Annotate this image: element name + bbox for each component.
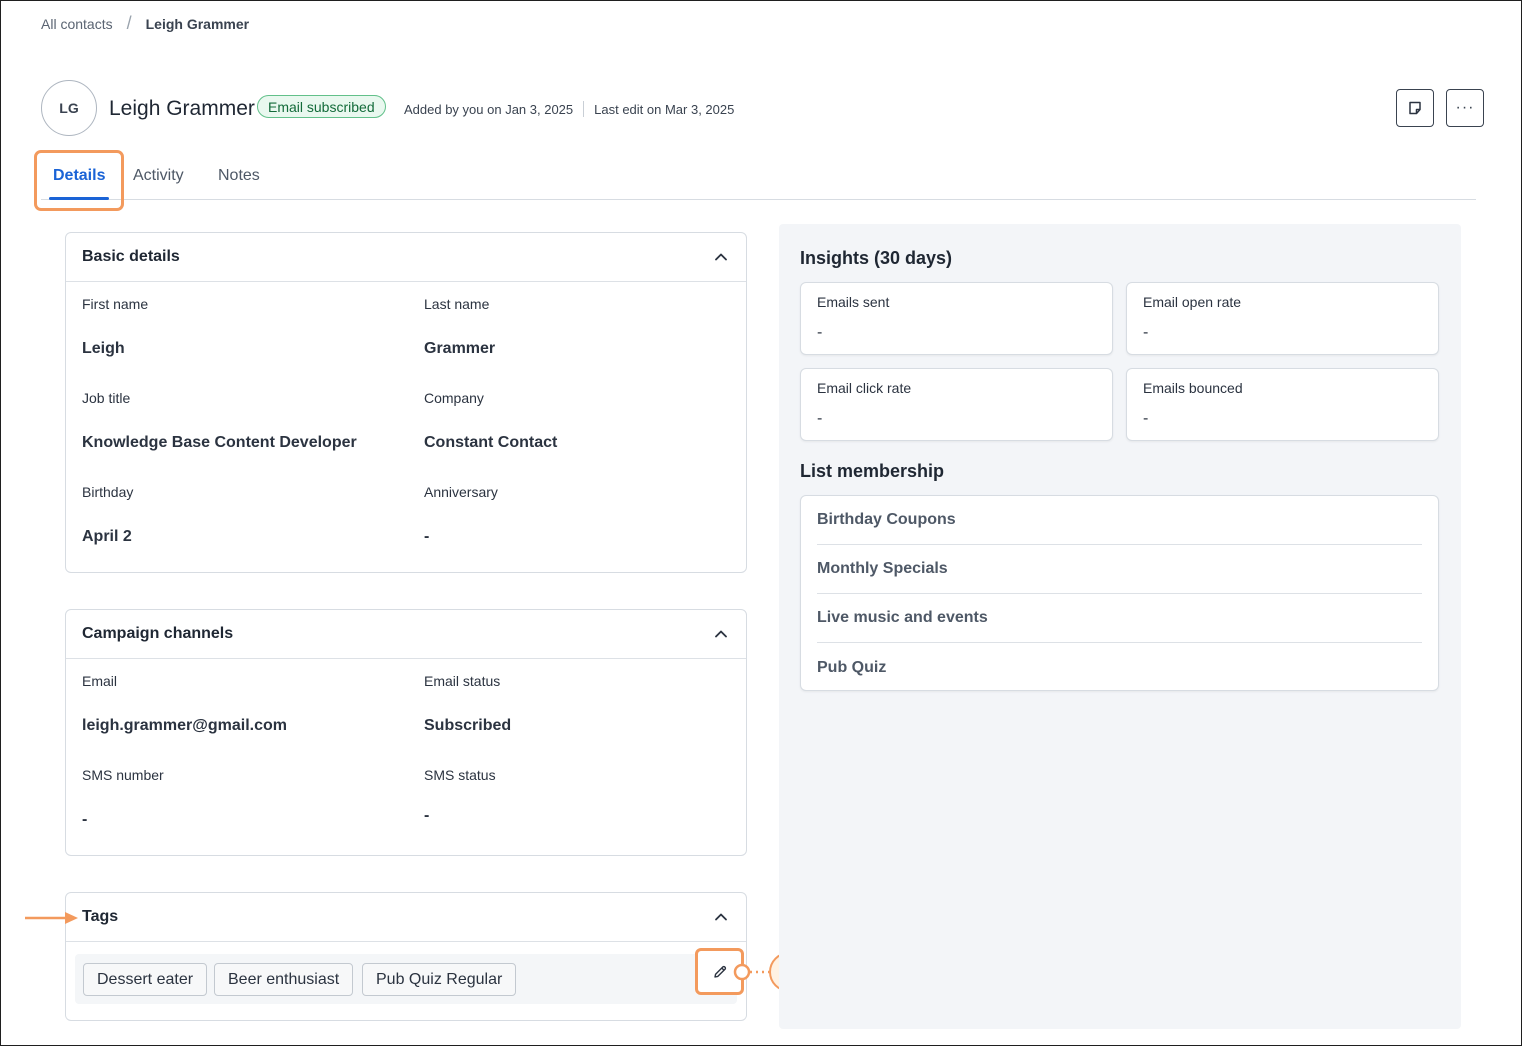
job-title-value: Knowledge Base Content Developer bbox=[82, 434, 357, 451]
stat-label: Emails sent bbox=[817, 294, 890, 310]
sticky-note-icon bbox=[1409, 101, 1421, 115]
basic-details-title: Basic details bbox=[82, 248, 180, 265]
first-name-value: Leigh bbox=[82, 340, 125, 357]
breadcrumb: All contacts / Leigh Grammer bbox=[41, 13, 249, 34]
details-tab-highlight bbox=[34, 150, 124, 211]
last-name-value: Grammer bbox=[424, 340, 496, 357]
tag-chip[interactable]: Dessert eater bbox=[83, 963, 208, 996]
arrow-right-icon bbox=[25, 912, 78, 924]
stat-value: - bbox=[817, 410, 823, 427]
basic-details-card: Basic details First name Leigh Last name… bbox=[65, 232, 747, 573]
list-membership-card: Birthday Coupons Monthly Specials Live m… bbox=[800, 495, 1439, 691]
email-value: leigh.grammer@gmail.com bbox=[82, 717, 287, 734]
company-label: Company bbox=[424, 390, 484, 406]
tab-notes[interactable]: Notes bbox=[218, 167, 260, 185]
tag-chip[interactable]: Beer enthusiast bbox=[214, 963, 354, 996]
tags-header[interactable]: Tags bbox=[66, 893, 746, 942]
tab-bar: Details Activity Notes bbox=[41, 160, 1476, 200]
tags-title: Tags bbox=[82, 908, 119, 925]
company-value: Constant Contact bbox=[424, 434, 558, 451]
list-item[interactable]: Live music and events bbox=[817, 594, 1422, 643]
breadcrumb-current: Leigh Grammer bbox=[145, 15, 250, 32]
page-title: Leigh Grammer bbox=[109, 97, 255, 120]
breadcrumb-all-contacts-link[interactable]: All contacts bbox=[41, 16, 113, 32]
stat-label: Email open rate bbox=[1143, 294, 1242, 310]
anniversary-value: - bbox=[424, 528, 430, 545]
tab-activity[interactable]: Activity bbox=[133, 167, 184, 185]
breadcrumb-separator: / bbox=[126, 13, 132, 33]
avatar: LG bbox=[41, 80, 97, 136]
sms-number-label: SMS number bbox=[82, 767, 164, 783]
stat-value: - bbox=[1143, 410, 1149, 427]
campaign-channels-title: Campaign channels bbox=[82, 625, 234, 642]
contact-meta: Added by you on Jan 3, 2025 Last edit on… bbox=[404, 101, 734, 117]
birthday-label: Birthday bbox=[82, 484, 134, 500]
job-title-label: Job title bbox=[82, 390, 131, 406]
sms-status-value: - bbox=[424, 807, 430, 824]
pencil-icon bbox=[713, 965, 726, 978]
stat-card-email-click-rate: Email click rate - bbox=[800, 368, 1113, 441]
chevron-up-icon[interactable] bbox=[714, 910, 728, 924]
campaign-channels-header[interactable]: Campaign channels bbox=[66, 610, 746, 659]
first-name-label: First name bbox=[82, 296, 149, 312]
last-edit-info: Last edit on Mar 3, 2025 bbox=[594, 101, 735, 117]
campaign-channels-card: Campaign channels Email leigh.grammer@gm… bbox=[65, 609, 747, 856]
tags-list: Dessert eater Beer enthusiast Pub Quiz R… bbox=[75, 954, 737, 1004]
birthday-value: April 2 bbox=[82, 528, 132, 545]
last-name-label: Last name bbox=[424, 296, 490, 312]
stat-card-emails-sent: Emails sent - bbox=[800, 282, 1113, 355]
meta-divider bbox=[583, 101, 585, 117]
stat-value: - bbox=[1143, 324, 1149, 341]
callout-connector bbox=[733, 963, 769, 981]
tags-card: Tags Dessert eater Beer enthusiast Pub Q… bbox=[65, 892, 747, 1021]
email-label: Email bbox=[82, 673, 118, 689]
chevron-up-icon[interactable] bbox=[714, 627, 728, 641]
stat-card-emails-bounced: Emails bounced - bbox=[1126, 368, 1439, 441]
stat-value: - bbox=[817, 324, 823, 341]
stat-label: Emails bounced bbox=[1143, 380, 1243, 396]
insights-panel: Insights (30 days) Emails sent - Email o… bbox=[779, 224, 1461, 1029]
list-item[interactable]: Monthly Specials bbox=[817, 545, 1422, 594]
sms-number-value: - bbox=[82, 811, 88, 828]
list-item[interactable]: Pub Quiz bbox=[817, 643, 1422, 692]
added-info: Added by you on Jan 3, 2025 bbox=[404, 101, 574, 117]
chevron-up-icon[interactable] bbox=[714, 250, 728, 264]
stat-label: Email click rate bbox=[817, 380, 912, 396]
email-status-value: Subscribed bbox=[424, 717, 512, 734]
list-item[interactable]: Birthday Coupons bbox=[817, 496, 1422, 545]
add-note-button[interactable] bbox=[1396, 89, 1434, 127]
basic-details-header[interactable]: Basic details bbox=[66, 233, 746, 282]
tag-chip[interactable]: Pub Quiz Regular bbox=[362, 963, 517, 996]
list-membership-title: List membership bbox=[800, 461, 945, 481]
anniversary-label: Anniversary bbox=[424, 484, 498, 500]
sms-status-label: SMS status bbox=[424, 767, 496, 783]
more-actions-button[interactable]: ··· bbox=[1446, 89, 1484, 127]
email-status-label: Email status bbox=[424, 673, 501, 689]
insights-title: Insights (30 days) bbox=[800, 248, 953, 268]
ellipsis-icon: ··· bbox=[1455, 99, 1475, 116]
stat-card-email-open-rate: Email open rate - bbox=[1126, 282, 1439, 355]
status-badge: Email subscribed bbox=[257, 95, 386, 118]
